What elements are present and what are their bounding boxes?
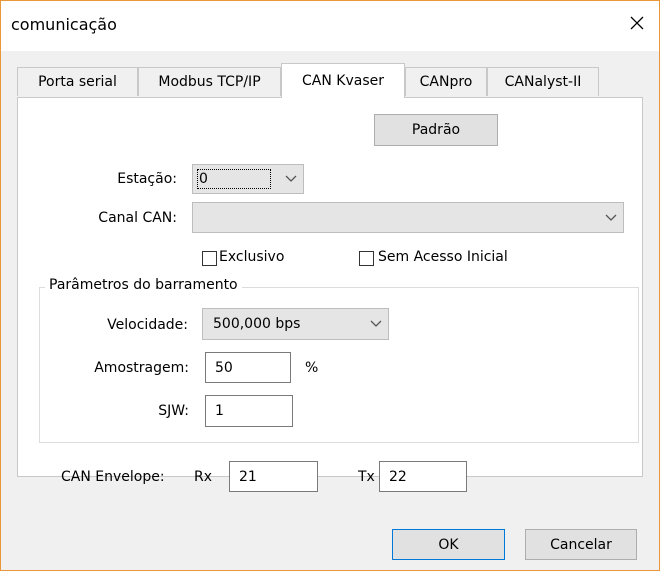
sampling-input[interactable]: 50	[205, 352, 291, 383]
can-envelope-label: CAN Envelope:	[61, 469, 165, 485]
sjw-value: 1	[215, 403, 224, 419]
title-bar: comunicação	[1, 1, 659, 51]
can-channel-label: Canal CAN:	[98, 210, 177, 226]
tab-label: CANpro	[419, 74, 473, 90]
rx-label: Rx	[194, 469, 213, 485]
station-select[interactable]: 0	[192, 164, 304, 194]
speed-label: Velocidade:	[107, 317, 188, 333]
chevron-down-icon	[605, 203, 617, 232]
tab-modbus-tcp[interactable]: Modbus TCP/IP	[138, 67, 281, 96]
sampling-value: 50	[215, 359, 233, 376]
sjw-input[interactable]: 1	[205, 395, 293, 427]
ok-button[interactable]: OK	[392, 529, 505, 560]
tab-label: CANalyst-II	[504, 74, 582, 90]
sampling-label: Amostragem:	[94, 360, 189, 376]
tab-canpro[interactable]: CANpro	[405, 67, 487, 96]
sjw-label: SJW:	[158, 403, 189, 419]
dialog-window: comunicação Porta serial Modbus TCP/IP C…	[0, 0, 660, 571]
exclusive-checkbox[interactable]	[202, 251, 217, 266]
close-button[interactable]	[615, 1, 659, 45]
ok-button-label: OK	[438, 536, 459, 553]
speed-select[interactable]: 500,000 bps	[202, 308, 389, 340]
sampling-unit: %	[305, 360, 319, 376]
tx-value: 22	[389, 468, 407, 485]
cancel-button[interactable]: Cancelar	[525, 529, 637, 560]
tab-porta-serial[interactable]: Porta serial	[17, 67, 138, 96]
exclusive-label: Exclusivo	[219, 249, 285, 265]
default-button-label: Padrão	[411, 122, 461, 138]
bus-parameters-title: Parâmetros do barramento	[45, 277, 242, 293]
speed-value: 500,000 bps	[213, 316, 301, 332]
tab-canalyst-ii[interactable]: CANalyst-II	[487, 67, 599, 96]
tab-label: Porta serial	[38, 74, 117, 90]
focus-rect	[197, 169, 271, 189]
tx-label: Tx	[358, 469, 375, 485]
tab-can-kvaser[interactable]: CAN Kvaser	[281, 63, 405, 98]
close-icon	[630, 16, 644, 30]
cancel-button-label: Cancelar	[550, 536, 612, 553]
chevron-down-icon	[370, 309, 382, 339]
station-label: Estação:	[117, 171, 177, 187]
no-initial-access-label: Sem Acesso Inicial	[378, 249, 508, 265]
no-initial-access-checkbox[interactable]	[359, 251, 374, 266]
tab-label: CAN Kvaser	[302, 73, 384, 89]
rx-input[interactable]: 21	[229, 461, 318, 492]
tab-label: Modbus TCP/IP	[158, 74, 261, 90]
rx-value: 21	[239, 468, 257, 485]
chevron-down-icon	[285, 165, 297, 193]
window-title: comunicação	[11, 15, 117, 34]
tx-input[interactable]: 22	[379, 461, 467, 492]
station-value: 0	[199, 171, 208, 187]
default-button[interactable]: Padrão	[374, 114, 498, 146]
can-channel-select[interactable]	[192, 202, 624, 233]
